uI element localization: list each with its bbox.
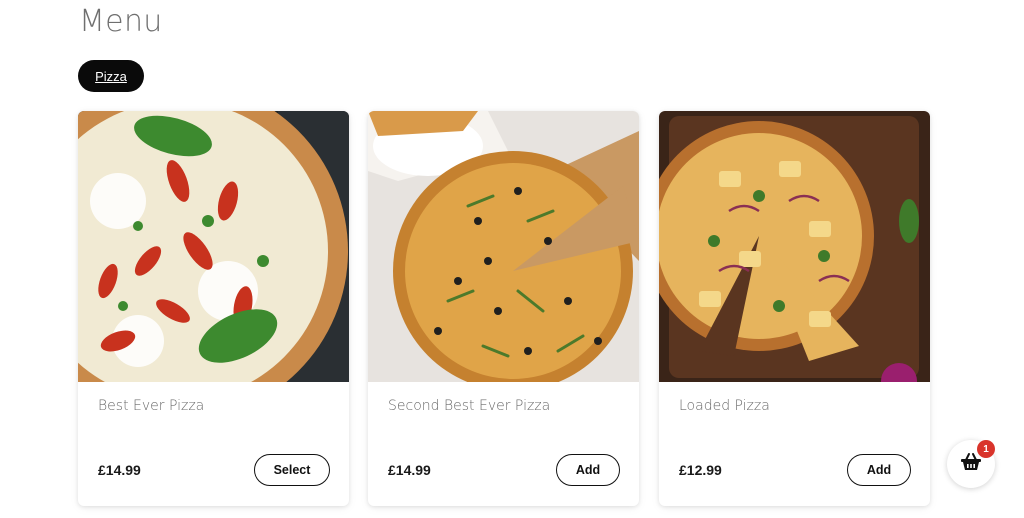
product-card: Best Ever Pizza £14.99 Select (78, 111, 349, 506)
product-card: Loaded Pizza £12.99 Add (659, 111, 930, 506)
add-button[interactable]: Add (556, 454, 620, 486)
category-pill-pizza[interactable]: Pizza (78, 60, 144, 92)
product-name: Loaded Pizza (679, 398, 770, 414)
product-name: Best Ever Pizza (98, 398, 205, 414)
product-image[interactable] (659, 111, 930, 382)
product-image[interactable] (368, 111, 639, 382)
product-name: Second Best Ever Pizza (388, 398, 551, 414)
product-card: Second Best Ever Pizza £14.99 Add (368, 111, 639, 506)
product-price: £12.99 (679, 462, 722, 478)
add-button[interactable]: Add (847, 454, 911, 486)
page-title: Menu (79, 4, 163, 39)
cart-count-badge: 1 (977, 440, 995, 458)
product-price: £14.99 (98, 462, 141, 478)
product-price: £14.99 (388, 462, 431, 478)
select-button[interactable]: Select (254, 454, 330, 486)
product-image[interactable] (78, 111, 349, 382)
